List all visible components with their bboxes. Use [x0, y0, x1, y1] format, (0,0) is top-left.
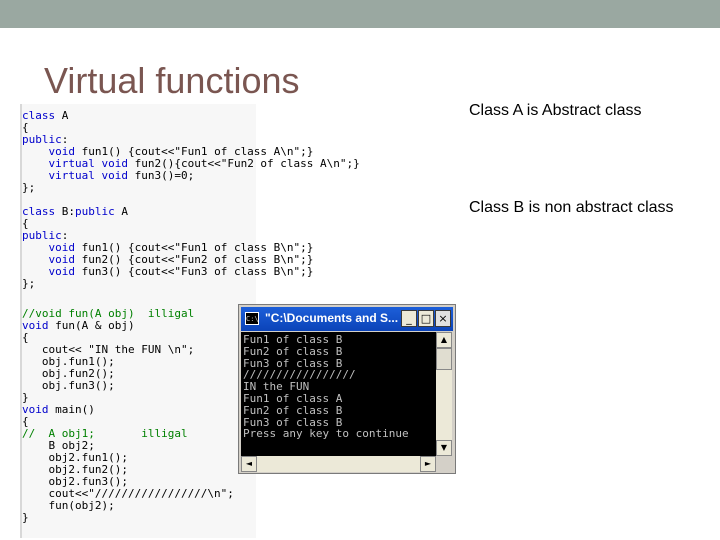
slide-title: Virtual functions [44, 60, 300, 101]
code-line: { [22, 218, 360, 230]
code-token: virtual void [48, 169, 128, 182]
code-token: obj.fun3(); [22, 379, 115, 392]
code-line: } [22, 512, 360, 524]
minimize-button[interactable]: _ [401, 310, 417, 327]
code-token: public [75, 205, 115, 218]
scroll-right-icon[interactable]: ► [420, 456, 436, 472]
code-token: B: [55, 205, 75, 218]
close-button[interactable]: × [435, 310, 451, 327]
console-line: Press any key to continue [243, 427, 409, 441]
console-line: Fun1 of class A [243, 391, 343, 405]
code-line: { [22, 122, 360, 134]
code-line: fun(obj2); [22, 500, 360, 512]
vertical-scrollbar[interactable]: ▲ ▼ [436, 332, 452, 456]
code-token: void [48, 265, 76, 278]
console-screen: Fun1 of class B Fun2 of class B Fun3 of cl… [241, 332, 436, 456]
code-token: }; [22, 181, 36, 194]
code-token: fun3() {cout<<"Fun3 of class B\n";} [75, 265, 314, 278]
code-token: }; [22, 277, 36, 290]
code-line: }; [22, 278, 360, 290]
code-token: fun(obj2); [22, 499, 115, 512]
code-token: main() [48, 403, 95, 416]
code-token: } [22, 511, 29, 524]
code-line: virtual void fun3()=0; [22, 170, 360, 182]
console-app-icon: C:\ [245, 312, 259, 325]
note-class-b: Class B is non abstract class [469, 199, 674, 216]
code-token: A [55, 109, 69, 122]
console-line: Fun2 of class B [243, 403, 343, 417]
console-title: "C:\Documents and S... [265, 311, 399, 325]
code-token: fun3()=0; [127, 169, 195, 182]
scroll-thumb[interactable] [436, 348, 452, 370]
header-bar [0, 0, 720, 28]
note-class-a: Class A is Abstract class [469, 102, 642, 119]
scroll-left-icon[interactable]: ◄ [241, 456, 257, 472]
code-line: void fun3() {cout<<"Fun3 of class B\n";} [22, 266, 360, 278]
console-line: Fun2 of class B [243, 344, 343, 358]
console-titlebar[interactable]: C:\ "C:\Documents and S... _ □ × [241, 307, 453, 331]
console-window[interactable]: C:\ "C:\Documents and S... _ □ × Fun1 of… [238, 304, 456, 474]
maximize-button[interactable]: □ [418, 310, 434, 327]
console-output: Fun1 of class B Fun2 of class B Fun3 of cl… [241, 332, 436, 440]
horizontal-scrollbar[interactable]: ◄ ► [241, 456, 436, 472]
code-line: }; [22, 182, 360, 194]
code-token: A [114, 205, 128, 218]
code-token: fun(A & obj) [48, 319, 135, 332]
scroll-down-icon[interactable]: ▼ [436, 440, 452, 456]
code-line: class B:public A [22, 206, 360, 218]
scroll-up-icon[interactable]: ▲ [436, 332, 452, 348]
code-line: class A [22, 110, 360, 122]
